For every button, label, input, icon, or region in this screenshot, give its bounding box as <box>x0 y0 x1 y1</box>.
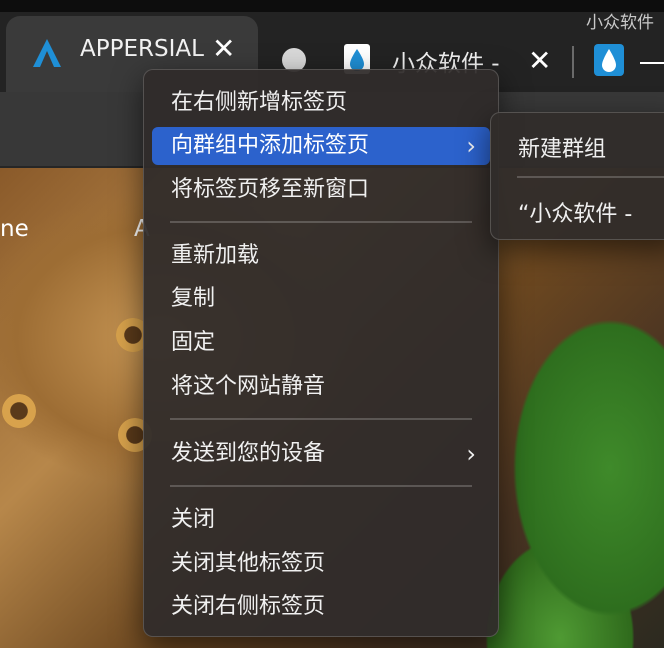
menu-separator <box>517 176 664 178</box>
appersial-logo-icon <box>33 39 61 67</box>
submenu-item-new-group[interactable]: 新建群组 <box>518 131 606 163</box>
submenu-item-existing-group[interactable]: “小众软件 - <box>518 196 632 228</box>
tab-title: APPERSIAL <box>80 36 204 62</box>
menu-item-duplicate[interactable]: 复制 <box>152 280 490 318</box>
menu-item-new-tab-right[interactable]: 在右侧新增标签页 <box>152 84 490 122</box>
chevron-right-icon: › <box>466 132 476 160</box>
menu-item-label: 将这个网站静音 <box>171 374 326 399</box>
tab-context-menu: 在右侧新增标签页 向群组中添加标签页 › 将标签页移至新窗口 重新加载 复制 固… <box>143 69 499 637</box>
tab-close-button[interactable]: ✕ <box>528 44 551 77</box>
tab-divider <box>572 46 574 78</box>
menu-item-label: 在右侧新增标签页 <box>171 90 348 115</box>
menu-item-mute-site[interactable]: 将这个网站静音 <box>152 368 490 406</box>
page-heading-fragment: ne <box>0 216 29 242</box>
menu-item-label: 固定 <box>171 330 216 355</box>
menu-item-label: 复制 <box>171 286 216 311</box>
add-to-group-submenu: 新建群组 “小众软件 - <box>490 112 664 240</box>
menu-item-label: 关闭右侧标签页 <box>171 594 326 619</box>
tab-title-fragment <box>640 62 664 64</box>
watermark: 小众软件 <box>586 13 654 33</box>
menu-item-move-to-new-window[interactable]: 将标签页移至新窗口 <box>152 171 490 209</box>
pasta-decoration <box>2 394 36 428</box>
menu-item-label: 关闭其他标签页 <box>171 551 326 576</box>
menu-item-label: 发送到您的设备 <box>171 441 326 466</box>
menu-item-send-to-devices[interactable]: 发送到您的设备 › <box>152 435 490 473</box>
menu-item-close[interactable]: 关闭 <box>152 501 490 539</box>
menu-separator <box>170 221 472 223</box>
menu-item-label: 重新加载 <box>171 243 260 268</box>
menu-item-label: 关闭 <box>171 507 216 532</box>
menu-separator <box>170 485 472 487</box>
menu-item-reload[interactable]: 重新加载 <box>152 237 490 275</box>
menu-separator <box>170 418 472 420</box>
menu-item-label: 向群组中添加标签页 <box>171 133 370 158</box>
menu-item-add-to-group[interactable]: 向群组中添加标签页 › <box>152 127 490 165</box>
tab-close-button[interactable]: ✕ <box>212 32 235 65</box>
appinn-favicon-icon[interactable] <box>594 44 624 76</box>
menu-item-label: 将标签页移至新窗口 <box>171 177 370 202</box>
menu-item-close-tabs-right[interactable]: 关闭右侧标签页 <box>152 588 490 626</box>
window-titlebar <box>0 0 664 12</box>
menu-item-pin[interactable]: 固定 <box>152 324 490 362</box>
menu-item-close-other-tabs[interactable]: 关闭其他标签页 <box>152 545 490 583</box>
chevron-right-icon: › <box>466 440 476 468</box>
